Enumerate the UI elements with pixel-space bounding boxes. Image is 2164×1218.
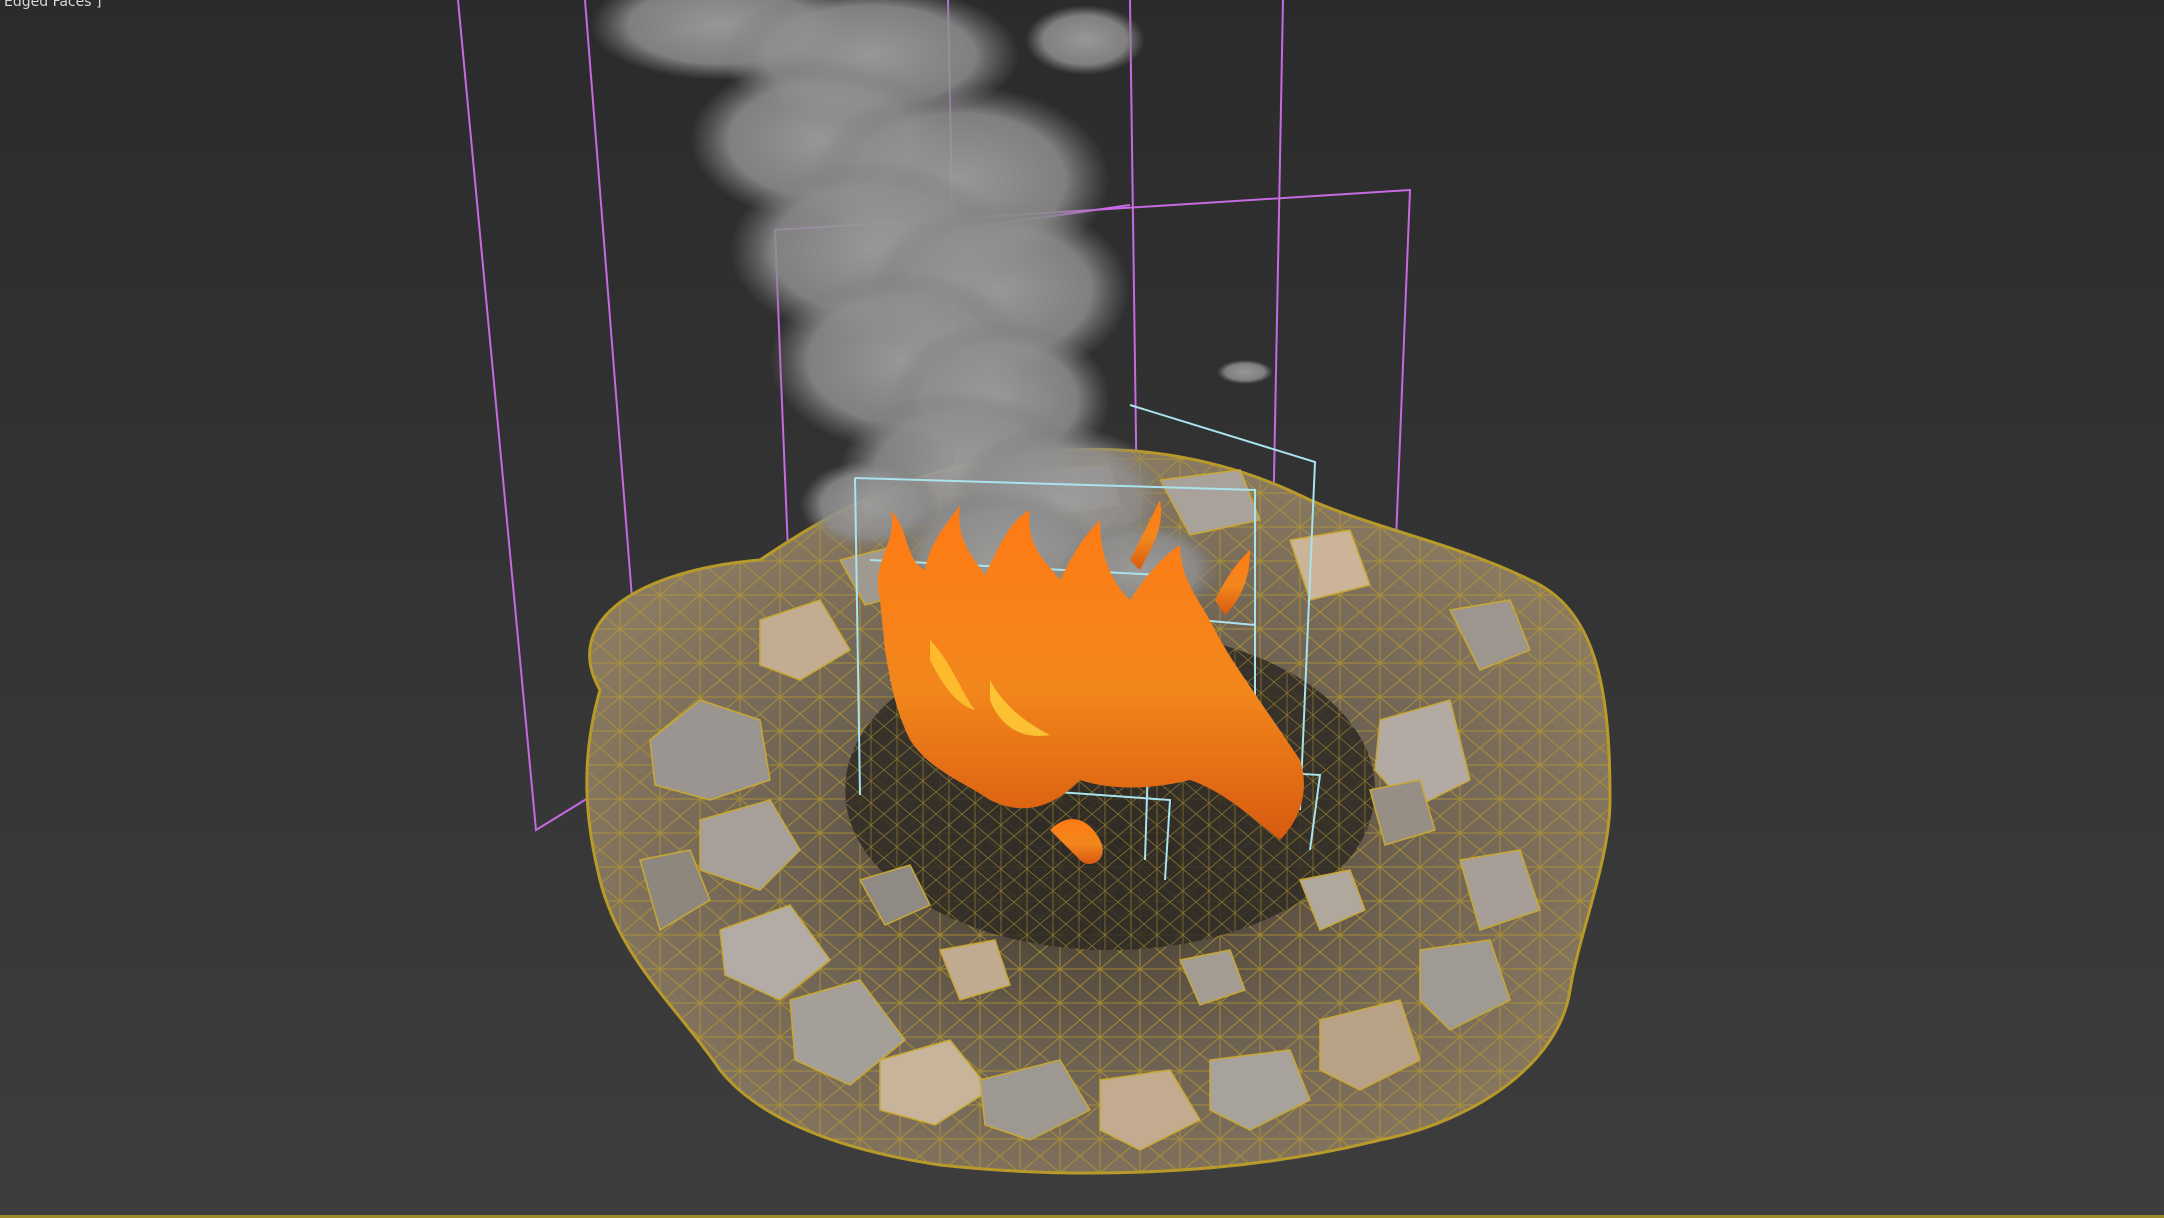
scene-render bbox=[457, 0, 1612, 1175]
viewport-label[interactable]: Edged Faces ] bbox=[4, 0, 101, 10]
3d-viewport[interactable]: Edged Faces ] bbox=[0, 0, 2164, 1218]
smoke-effect bbox=[590, 0, 1273, 630]
